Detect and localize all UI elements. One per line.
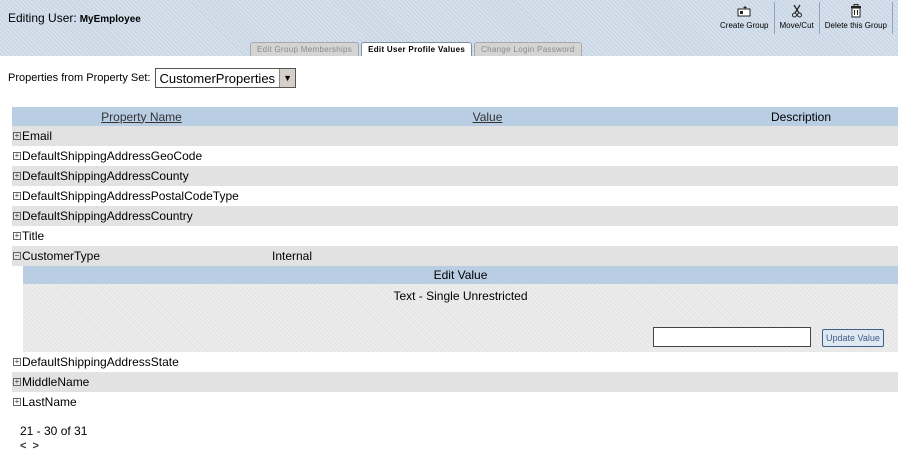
editing-label: Editing User:: [8, 11, 77, 25]
move-cut-label: Move/Cut: [779, 21, 814, 30]
property-set-selector: Properties from Property Set: CustomerPr…: [8, 68, 297, 88]
table-row: + DefaultShippingAddressPostalCodeType: [12, 186, 898, 206]
table-row: + Email: [12, 126, 898, 146]
rows-after-edit: + DefaultShippingAddressState + MiddleName +…: [12, 352, 898, 412]
property-set-selected-value: CustomerProperties: [159, 70, 276, 86]
properties-table: Property Name Value Description + Email + D…: [12, 107, 898, 412]
value-type-text: Text - Single Unrestricted: [393, 289, 528, 303]
edit-value-body: Text - Single Unrestricted Update Value: [23, 284, 898, 352]
table-row: + DefaultShippingAddressCountry: [12, 206, 898, 226]
toolbar: Create Group Move/Cut Delete this Group: [715, 2, 898, 36]
property-set-select[interactable]: CustomerProperties ▼: [155, 68, 297, 88]
scissors-icon: [789, 4, 805, 18]
property-name: CustomerType: [22, 249, 101, 263]
property-name: DefaultShippingAddressCounty: [22, 169, 189, 183]
table-header-row: Property Name Value Description: [12, 107, 898, 126]
delete-group-button[interactable]: Delete this Group: [818, 2, 892, 34]
column-header-description: Description: [770, 109, 832, 124]
expand-icon[interactable]: +: [13, 132, 21, 140]
property-name: MiddleName: [22, 375, 90, 389]
property-name: Title: [22, 229, 45, 243]
expand-icon[interactable]: +: [13, 152, 21, 160]
property-name: DefaultShippingAddressState: [22, 355, 179, 369]
column-header-property-name[interactable]: Property Name: [12, 110, 271, 124]
trash-icon: [848, 4, 864, 18]
property-set-label: Properties from Property Set:: [8, 72, 151, 84]
expand-icon[interactable]: +: [13, 172, 21, 180]
property-name: LastName: [22, 395, 77, 409]
chevron-down-icon[interactable]: ▼: [279, 69, 296, 87]
toolbar-overflow-edge: [892, 2, 898, 34]
table-row: + DefaultShippingAddressCounty: [12, 166, 898, 186]
column-header-value[interactable]: Value: [271, 110, 704, 124]
edit-value-title: Edit Value: [23, 266, 898, 284]
tab-edit-user-profile-values[interactable]: Edit User Profile Values: [361, 42, 473, 56]
property-name-cell: + Email: [12, 129, 271, 143]
user-name: MyEmployee: [79, 14, 141, 25]
expand-icon[interactable]: +: [13, 358, 21, 366]
table-row: + Title: [12, 226, 898, 246]
move-cut-button[interactable]: Move/Cut: [773, 2, 819, 34]
property-name-cell: + Title: [12, 229, 271, 243]
page-header: Editing User: MyEmployee Create Group Mov…: [0, 0, 898, 56]
editing-user-title: Editing User: MyEmployee: [8, 11, 141, 25]
property-name-cell: + DefaultShippingAddressCountry: [12, 209, 271, 223]
property-name-cell: + LastName: [12, 395, 271, 409]
property-name: DefaultShippingAddressGeoCode: [22, 149, 203, 163]
expand-icon[interactable]: +: [13, 398, 21, 406]
property-name-cell: + DefaultShippingAddressPostalCodeType: [12, 189, 271, 203]
expand-icon[interactable]: +: [13, 212, 21, 220]
rows-before-edit: + Email + DefaultShippingAddressGeoCode + Def…: [12, 126, 898, 266]
collapse-icon[interactable]: −: [13, 252, 21, 260]
table-row: + LastName: [12, 392, 898, 412]
tab-change-login-password[interactable]: Change Login Password: [474, 42, 582, 56]
property-name-cell: + DefaultShippingAddressState: [12, 355, 271, 369]
property-value-cell: Internal: [272, 249, 313, 263]
expand-icon[interactable]: +: [13, 232, 21, 240]
pager-range: 21 - 30 of 31: [20, 424, 88, 438]
property-name-cell: + MiddleName: [12, 375, 271, 389]
pager-nav: < >: [20, 440, 39, 452]
property-name-cell: + DefaultShippingAddressCounty: [12, 169, 271, 183]
table-row: − CustomerType Internal: [12, 246, 898, 266]
table-row: + DefaultShippingAddressGeoCode: [12, 146, 898, 166]
property-name-cell: + DefaultShippingAddressGeoCode: [12, 149, 271, 163]
create-group-label: Create Group: [720, 21, 769, 30]
property-name: DefaultShippingAddressPostalCodeType: [22, 189, 239, 203]
value-input[interactable]: [653, 327, 811, 347]
create-group-button[interactable]: Create Group: [715, 2, 773, 34]
next-page-icon[interactable]: >: [32, 440, 38, 452]
expand-icon[interactable]: +: [13, 192, 21, 200]
update-value-button[interactable]: Update Value: [822, 329, 884, 347]
table-row: + MiddleName: [12, 372, 898, 392]
property-name: DefaultShippingAddressCountry: [22, 209, 193, 223]
property-name-cell: − CustomerType: [12, 249, 271, 263]
tab-bar: Edit Group Memberships Edit User Profile…: [250, 42, 584, 56]
expand-icon[interactable]: +: [13, 378, 21, 386]
edit-value-panel: Edit Value Text - Single Unrestricted Up…: [12, 266, 898, 352]
property-name: Email: [22, 129, 53, 143]
delete-group-label: Delete this Group: [824, 21, 887, 30]
table-row: + DefaultShippingAddressState: [12, 352, 898, 372]
tab-edit-group-memberships[interactable]: Edit Group Memberships: [250, 42, 360, 56]
create-group-icon: [736, 4, 752, 18]
previous-page-icon[interactable]: <: [20, 440, 26, 452]
